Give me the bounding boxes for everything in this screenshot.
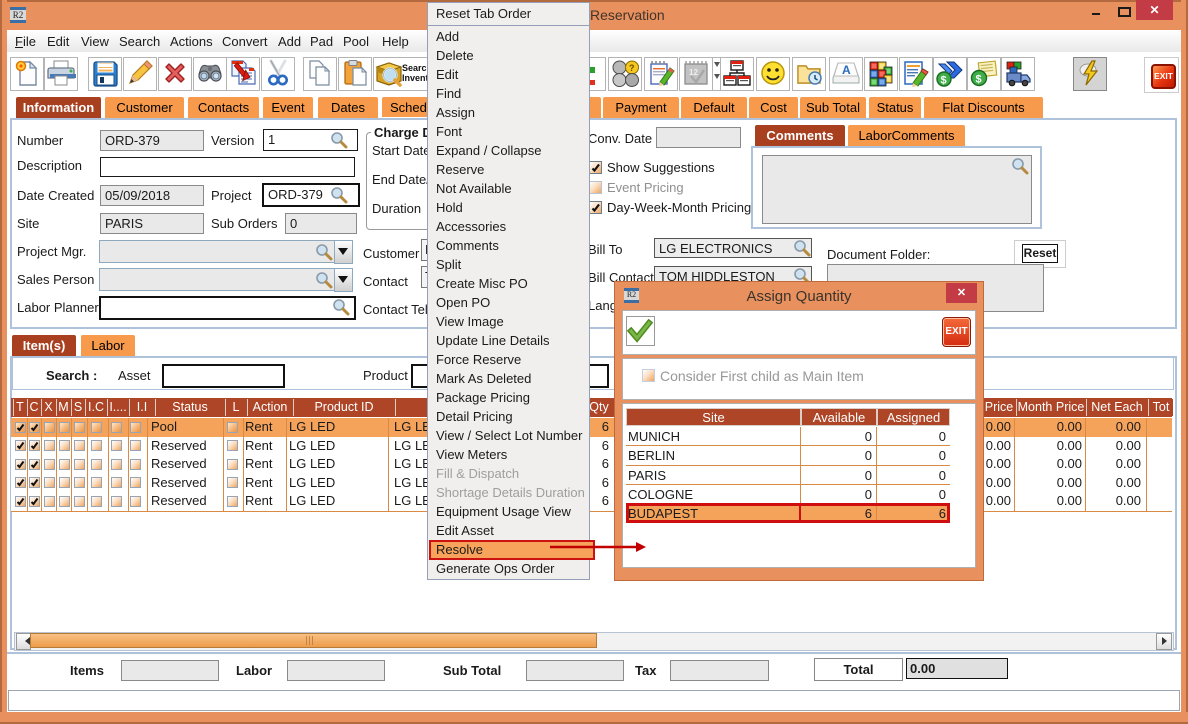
svg-text:A: A — [842, 63, 851, 77]
svg-text:$: $ — [941, 75, 947, 87]
svg-text:$: $ — [976, 74, 982, 86]
svg-text:?: ? — [629, 63, 635, 73]
svg-text:12: 12 — [689, 68, 698, 77]
